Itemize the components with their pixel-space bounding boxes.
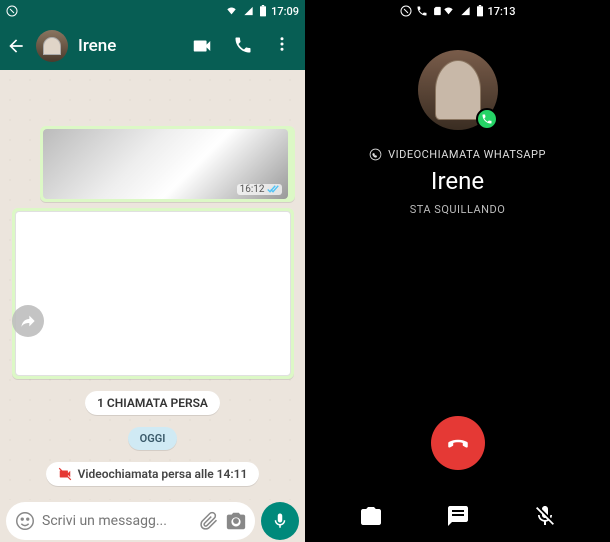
message-media-out[interactable]: 16:12 (40, 126, 295, 202)
battery-icon (476, 5, 484, 17)
message-media-large[interactable] (12, 208, 294, 379)
whatsapp-badge (476, 108, 498, 130)
attach-icon[interactable] (199, 511, 219, 531)
chat-icon[interactable] (446, 504, 470, 528)
call-bottom-bar (305, 504, 610, 528)
media-large-thumbnail[interactable] (15, 211, 291, 376)
message-input-wrapper[interactable] (6, 502, 255, 540)
voice-call-icon[interactable] (233, 35, 253, 55)
status-bar-call: 17:13 (394, 0, 522, 22)
call-status: STA SQUILLANDO (410, 203, 506, 216)
menu-icon[interactable] (273, 35, 291, 53)
whatsapp-icon (481, 113, 493, 125)
chat-header: Irene (0, 22, 305, 70)
call-name: Irene (431, 167, 484, 195)
camera-icon[interactable] (225, 510, 247, 532)
back-icon[interactable] (6, 36, 26, 56)
missed-video-icon (58, 467, 72, 481)
call-screen: 17:13 VIDEOCHIAMATA WHATSAPP Irene STA S… (305, 0, 610, 542)
status-bar: 17:09 (0, 0, 305, 22)
contact-avatar[interactable] (36, 30, 68, 62)
mic-off-icon[interactable] (533, 504, 557, 528)
mic-button[interactable] (261, 502, 299, 540)
hangup-button[interactable] (431, 416, 485, 470)
check-icon (267, 185, 279, 194)
missed-call-pill[interactable]: 1 CHIAMATA PERSA (85, 391, 220, 415)
signal-icon (242, 6, 255, 16)
message-time: 16:12 (240, 184, 265, 195)
message-input[interactable] (42, 513, 193, 529)
wifi-icon (442, 6, 455, 16)
phone-small-icon (416, 5, 428, 17)
call-avatar (418, 50, 498, 130)
wifi-icon (225, 6, 238, 16)
forward-button[interactable] (12, 305, 44, 337)
media-thumbnail[interactable]: 16:12 (43, 129, 288, 199)
chat-screen: 17:09 Irene 16:12 1 CHIAMATA PERSA OGGI (0, 0, 305, 542)
forward-icon (20, 313, 36, 329)
missed-video-pill[interactable]: Videochiamata persa alle 14:11 (46, 462, 260, 486)
emoji-icon[interactable] (14, 510, 36, 532)
status-time-call: 17:13 (488, 5, 516, 18)
sync-icon (6, 5, 18, 17)
chat-area[interactable]: 16:12 1 CHIAMATA PERSA OGGI Videochiamat… (0, 70, 305, 500)
date-pill: OGGI (128, 427, 178, 450)
missed-video-text: Videochiamata persa alle 14:11 (78, 467, 248, 481)
video-call-icon[interactable] (191, 35, 213, 57)
battery-icon (259, 5, 267, 17)
mic-icon (271, 512, 289, 530)
signal-icon (459, 6, 472, 16)
sync-icon (400, 5, 412, 17)
switch-camera-icon[interactable] (359, 504, 383, 528)
status-time: 17:09 (271, 5, 299, 18)
whatsapp-small-icon (369, 148, 382, 161)
call-type: VIDEOCHIAMATA WHATSAPP (369, 148, 546, 161)
sim-icon (432, 5, 442, 17)
contact-name[interactable]: Irene (78, 36, 181, 56)
input-bar (0, 500, 305, 542)
hangup-icon (445, 430, 471, 456)
